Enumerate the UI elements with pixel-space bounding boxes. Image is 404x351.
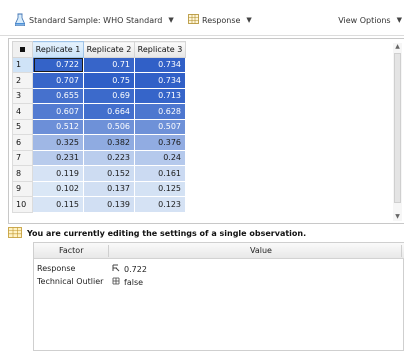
- grid-cell[interactable]: 0.506: [83, 118, 135, 135]
- chevron-down-icon: ▼: [396, 16, 402, 24]
- grid-cell[interactable]: 0.24: [134, 149, 186, 166]
- column-header[interactable]: Replicate 3: [134, 41, 186, 58]
- scroll-up-icon[interactable]: ▲: [394, 43, 401, 51]
- column-header[interactable]: Replicate 1: [32, 41, 84, 58]
- grid-cell[interactable]: 0.628: [134, 103, 186, 120]
- grid-cell[interactable]: 0.71: [83, 56, 135, 73]
- grid-cell[interactable]: 0.115: [32, 196, 84, 213]
- grid-cell[interactable]: 0.123: [134, 196, 186, 213]
- grid-table-icon: [8, 226, 22, 240]
- standard-sample-dropdown[interactable]: Standard Sample: WHO Standard ▼: [14, 13, 174, 28]
- row-header[interactable]: 2: [12, 72, 33, 89]
- column-header[interactable]: Replicate 2: [83, 41, 135, 58]
- row-header[interactable]: 10: [12, 196, 33, 213]
- boolean-icon: [112, 277, 124, 287]
- grid-cell[interactable]: 0.382: [83, 134, 135, 151]
- grid-cell[interactable]: 0.152: [83, 165, 135, 182]
- row-header[interactable]: 8: [12, 165, 33, 182]
- table-row: 10 0.115 0.139 0.123: [12, 196, 186, 213]
- grid-cell[interactable]: 0.664: [83, 103, 135, 120]
- view-options-dropdown[interactable]: View Options ▼: [338, 13, 402, 27]
- grid-cell[interactable]: 0.75: [83, 72, 135, 89]
- chevron-down-icon: ▼: [168, 16, 174, 24]
- grid-cell[interactable]: 0.137: [83, 180, 135, 197]
- grid-cell[interactable]: 0.722: [32, 56, 84, 73]
- row-header[interactable]: 5: [12, 118, 33, 135]
- grid-cell[interactable]: 0.125: [134, 180, 186, 197]
- grid-cell[interactable]: 0.69: [83, 87, 135, 104]
- table-row: 9 0.102 0.137 0.125: [12, 180, 186, 197]
- info-banner: You are currently editing the settings o…: [8, 226, 404, 240]
- table-row: 1 0.722 0.71 0.734: [12, 56, 186, 73]
- numeric-icon: [112, 264, 124, 274]
- grid-cell[interactable]: 0.231: [32, 149, 84, 166]
- grid-cell[interactable]: 0.507: [134, 118, 186, 135]
- table-row: 7 0.231 0.223 0.24: [12, 149, 186, 166]
- table-row: 4 0.607 0.664 0.628: [12, 103, 186, 120]
- view-options-label: View Options: [338, 15, 391, 25]
- table-row: 3 0.655 0.69 0.713: [12, 87, 186, 104]
- table-row: 8 0.119 0.152 0.161: [12, 165, 186, 182]
- grid-cell[interactable]: 0.655: [32, 87, 84, 104]
- row-header[interactable]: 3: [12, 87, 33, 104]
- grid-cell[interactable]: 0.734: [134, 56, 186, 73]
- grid-cell[interactable]: 0.607: [32, 103, 84, 120]
- grid-cell[interactable]: 0.325: [32, 134, 84, 151]
- value-column-header[interactable]: Value: [250, 246, 272, 255]
- column-divider: [401, 245, 402, 257]
- scroll-down-icon[interactable]: ▼: [394, 213, 401, 221]
- grid-cell[interactable]: 0.734: [134, 72, 186, 89]
- response-dropdown[interactable]: Response ▼: [188, 13, 252, 27]
- observation-settings-table: Factor Value Response 0.722 Technical Ou…: [33, 242, 404, 351]
- table-row: 5 0.512 0.506 0.507: [12, 118, 186, 135]
- row-header[interactable]: 7: [12, 149, 33, 166]
- grid-cell[interactable]: 0.119: [32, 165, 84, 182]
- grid-cell[interactable]: 0.512: [32, 118, 84, 135]
- grid-cell[interactable]: 0.139: [83, 196, 135, 213]
- column-divider: [108, 245, 109, 257]
- table-grid-icon: [188, 14, 199, 26]
- toolbar: Standard Sample: WHO Standard ▼ Response…: [0, 0, 404, 36]
- factor-value[interactable]: 0.722: [112, 264, 147, 274]
- grid-cell[interactable]: 0.102: [32, 180, 84, 197]
- settings-row-technical-outlier[interactable]: Technical Outlier false: [34, 276, 404, 289]
- flask-icon: [14, 13, 26, 28]
- select-all-corner[interactable]: [12, 41, 33, 58]
- response-label: Response: [202, 15, 241, 25]
- standard-sample-label: Standard Sample: WHO Standard: [29, 15, 163, 25]
- grid-cell[interactable]: 0.161: [134, 165, 186, 182]
- replicate-grid: Replicate 1 Replicate 2 Replicate 3 1 0.7…: [8, 38, 404, 224]
- grid-cell[interactable]: 0.713: [134, 87, 186, 104]
- factor-name: Response: [37, 264, 76, 273]
- table-row: 2 0.707 0.75 0.734: [12, 72, 186, 89]
- settings-row-response[interactable]: Response 0.722: [34, 263, 404, 276]
- settings-header: Factor Value: [34, 243, 404, 259]
- row-header[interactable]: 1: [12, 56, 33, 73]
- chevron-down-icon: ▼: [246, 16, 252, 24]
- factor-name: Technical Outlier: [37, 277, 104, 286]
- vertical-scrollbar[interactable]: ▲ ▼: [393, 43, 402, 221]
- banner-text: You are currently editing the settings o…: [27, 228, 307, 238]
- factor-column-header[interactable]: Factor: [59, 246, 84, 255]
- grid-cell[interactable]: 0.376: [134, 134, 186, 151]
- table-row: 6 0.325 0.382 0.376: [12, 134, 186, 151]
- scrollbar-thumb[interactable]: [394, 53, 401, 203]
- factor-value[interactable]: false: [112, 277, 143, 287]
- row-header[interactable]: 9: [12, 180, 33, 197]
- grid-cell[interactable]: 0.223: [83, 149, 135, 166]
- row-header[interactable]: 4: [12, 103, 33, 120]
- row-header[interactable]: 6: [12, 134, 33, 151]
- grid-cell[interactable]: 0.707: [32, 72, 84, 89]
